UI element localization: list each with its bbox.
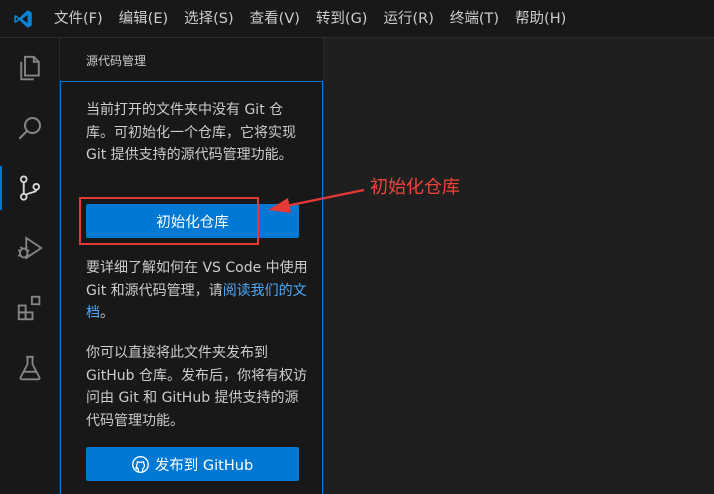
activity-explorer[interactable]	[0, 40, 60, 96]
source-control-sidebar: 源代码管理 当前打开的文件夹中没有 Git 仓库。可初始化一个仓库，它将实现 G…	[60, 38, 324, 494]
menu-go[interactable]: 转到(G)	[308, 6, 376, 32]
menu-help[interactable]: 帮助(H)	[507, 6, 574, 32]
sidebar-title: 源代码管理	[86, 54, 147, 68]
menu-run[interactable]: 运行(R)	[375, 6, 441, 32]
github-icon	[131, 455, 149, 473]
editor-area	[324, 38, 714, 494]
no-repo-message: 当前打开的文件夹中没有 Git 仓库。可初始化一个仓库，它将实现 Git 提供支…	[86, 102, 296, 163]
learn-more-message: 要详细了解如何在 VS Code 中使用 Git 和源代码管理，请阅读我们的文档…	[86, 257, 311, 325]
publish-github-label: 发布到 GitHub	[154, 457, 254, 474]
explorer-icon	[20, 55, 40, 81]
run-debug-icon	[18, 236, 43, 260]
menu-terminal[interactable]: 终端(T)	[442, 6, 507, 32]
menu-edit[interactable]: 编辑(E)	[111, 6, 176, 32]
activity-testing[interactable]	[0, 340, 60, 396]
extensions-icon	[17, 295, 41, 321]
activity-search[interactable]	[0, 100, 60, 156]
publish-message: 你可以直接将此文件夹发布到 GitHub 仓库。发布后，你将有权访问由 Git …	[86, 345, 307, 429]
activity-source-control[interactable]	[0, 160, 60, 216]
search-icon	[18, 117, 41, 140]
activity-run-debug[interactable]	[0, 220, 60, 276]
activity-bar	[0, 38, 60, 494]
source-control-icon	[19, 175, 41, 201]
title-bar: 文件(F) 编辑(E) 选择(S) 查看(V) 转到(G) 运行(R) 终端(T…	[0, 0, 714, 38]
annotation-highlight-box	[79, 197, 259, 245]
learn-more-suffix: 。	[100, 305, 114, 321]
testing-icon	[19, 355, 41, 381]
welcome-view: 当前打开的文件夹中没有 Git 仓库。可初始化一个仓库，它将实现 Git 提供支…	[60, 81, 323, 494]
annotation-label: 初始化仓库	[370, 177, 460, 198]
menu-bar: 文件(F) 编辑(E) 选择(S) 查看(V) 转到(G) 运行(R) 终端(T…	[46, 0, 574, 38]
publish-github-button[interactable]: 发布到 GitHub	[86, 447, 299, 481]
activity-extensions[interactable]	[0, 280, 60, 336]
vscode-logo-icon[interactable]	[12, 9, 34, 29]
menu-file[interactable]: 文件(F)	[46, 6, 111, 32]
menu-selection[interactable]: 选择(S)	[176, 6, 242, 32]
menu-view[interactable]: 查看(V)	[242, 6, 308, 32]
